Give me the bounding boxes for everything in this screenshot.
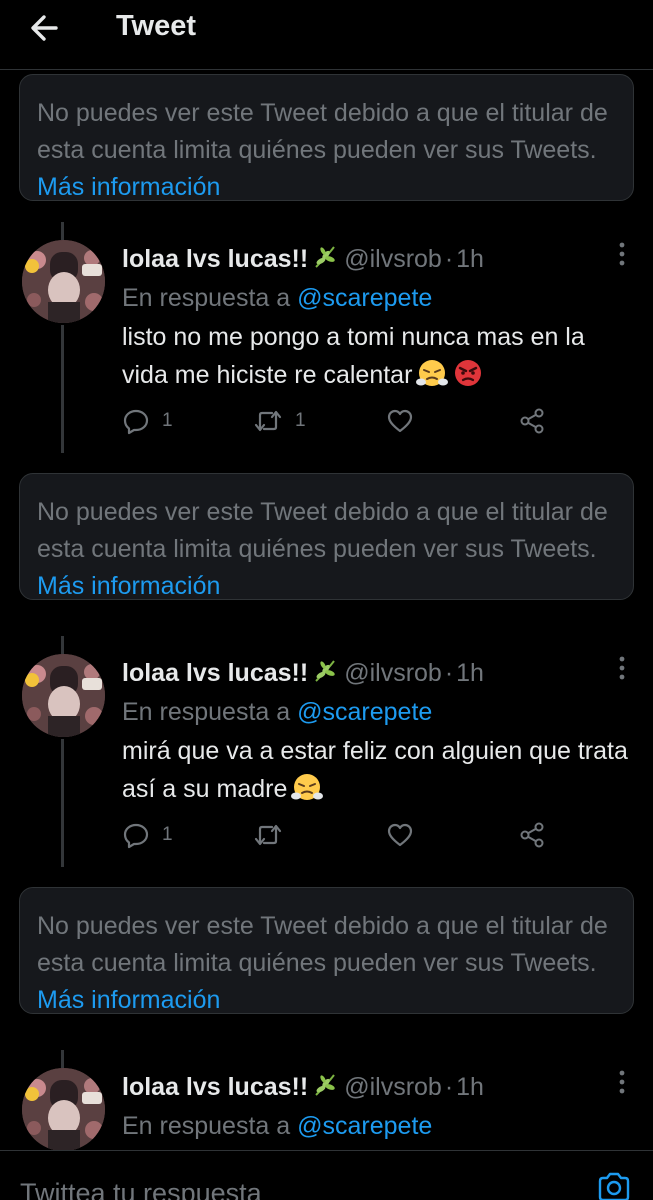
avatar[interactable] (22, 240, 105, 323)
reply-context: En respuesta a @scarepete (122, 698, 432, 727)
display-name[interactable]: lolaa lvs lucas!! (122, 1073, 308, 1101)
arrow-left-icon (31, 15, 58, 41)
tweet-body: mirá que va a estar feliz con alguien qu… (122, 737, 628, 803)
tweet-body: listo no me pongo a tomi nunca mas en la… (122, 323, 585, 389)
tweet-header: lolaa lvs lucas!! @ilvsrob · 1h (122, 658, 484, 691)
timestamp[interactable]: 1h (456, 245, 484, 273)
reply-prefix: En respuesta a (122, 698, 291, 726)
reply-prefix: En respuesta a (122, 1112, 291, 1140)
share-button[interactable] (518, 401, 546, 441)
more-info-link[interactable]: Más información (37, 572, 220, 600)
retweet-count: 1 (295, 410, 306, 431)
notice-text: No puedes ver este Tweet debido a que el… (37, 99, 608, 164)
like-button[interactable] (386, 815, 426, 855)
heart-icon (387, 823, 413, 847)
reply-bubble-icon (123, 823, 149, 849)
pouting-face-icon (452, 357, 484, 389)
herb-icon (312, 658, 338, 691)
thread-line (61, 739, 64, 867)
tweet-more-button[interactable] (612, 1068, 632, 1098)
camera-button[interactable] (596, 1171, 632, 1200)
avatar-image (22, 654, 105, 737)
more-info-link[interactable]: Más información (37, 986, 220, 1014)
herb-icon (312, 1072, 338, 1105)
more-vertical-icon (619, 656, 625, 680)
separator: · (444, 245, 454, 273)
handle[interactable]: @ilvsrob (344, 245, 442, 273)
thread-line (61, 636, 64, 654)
tweet-actions: 1 (122, 815, 562, 855)
reply-prefix: En respuesta a (122, 284, 291, 312)
display-name[interactable]: lolaa lvs lucas!! (122, 659, 308, 687)
tweet-actions: 1 1 (122, 401, 562, 441)
reply-mention-link[interactable]: @scarepete (297, 1112, 432, 1140)
protected-tweet-notice: No puedes ver este Tweet debido a que el… (19, 887, 634, 1014)
timestamp[interactable]: 1h (456, 1073, 484, 1101)
reply-bubble-icon (123, 409, 149, 435)
reply-input[interactable] (20, 1173, 580, 1200)
separator: · (444, 1073, 454, 1101)
retweet-button[interactable]: 1 (253, 401, 306, 441)
tweet-header: lolaa lvs lucas!! @ilvsrob · 1h (122, 1072, 484, 1105)
thread-line (61, 325, 64, 453)
separator: · (444, 659, 454, 687)
more-vertical-icon (619, 1070, 625, 1094)
thread-line (61, 222, 64, 240)
reply-mention-link[interactable]: @scarepete (297, 284, 432, 312)
tweet-text: mirá que va a estar feliz con alguien qu… (122, 732, 637, 808)
protected-tweet-notice: No puedes ver este Tweet debido a que el… (19, 473, 634, 600)
reply-button[interactable]: 1 (122, 401, 173, 441)
tweet-header: lolaa lvs lucas!! @ilvsrob · 1h (122, 244, 484, 277)
handle[interactable]: @ilvsrob (344, 659, 442, 687)
heart-icon (387, 409, 413, 433)
retweet-button[interactable] (253, 815, 295, 855)
share-icon (520, 408, 544, 434)
more-info-link[interactable]: Más información (37, 173, 220, 201)
reply-count: 1 (162, 824, 173, 845)
display-name[interactable]: lolaa lvs lucas!! (122, 245, 308, 273)
reply-context: En respuesta a @scarepete (122, 284, 432, 313)
back-button[interactable] (22, 8, 66, 48)
tweet-text: listo no me pongo a tomi nunca mas en la… (122, 318, 637, 394)
timestamp[interactable]: 1h (456, 659, 484, 687)
thread-line (61, 1050, 64, 1068)
avatar[interactable] (22, 654, 105, 737)
reply-button[interactable]: 1 (122, 815, 173, 855)
retweet-icon (254, 824, 282, 846)
like-button[interactable] (386, 401, 426, 441)
reply-count: 1 (162, 410, 173, 431)
top-bar: Tweet (0, 0, 653, 70)
page-title: Tweet (116, 10, 197, 42)
avatar-image (22, 1068, 105, 1151)
avatar[interactable] (22, 1068, 105, 1151)
reply-mention-link[interactable]: @scarepete (297, 698, 432, 726)
face-with-steam-from-nose-icon (416, 357, 449, 389)
notice-text: No puedes ver este Tweet debido a que el… (37, 912, 608, 977)
tweet-more-button[interactable] (612, 654, 632, 684)
notice-text: No puedes ver este Tweet debido a que el… (37, 498, 608, 563)
face-with-steam-from-nose-icon (291, 771, 324, 803)
share-button[interactable] (518, 815, 546, 855)
protected-tweet-notice: No puedes ver este Tweet debido a que el… (19, 74, 634, 201)
reply-composer (0, 1150, 653, 1200)
more-vertical-icon (619, 242, 625, 266)
handle[interactable]: @ilvsrob (344, 1073, 442, 1101)
reply-context: En respuesta a @scarepete (122, 1112, 432, 1141)
share-icon (520, 822, 544, 848)
retweet-icon (254, 410, 282, 432)
tweet-more-button[interactable] (612, 240, 632, 270)
camera-icon (598, 1172, 630, 1200)
herb-icon (312, 244, 338, 277)
avatar-image (22, 240, 105, 323)
